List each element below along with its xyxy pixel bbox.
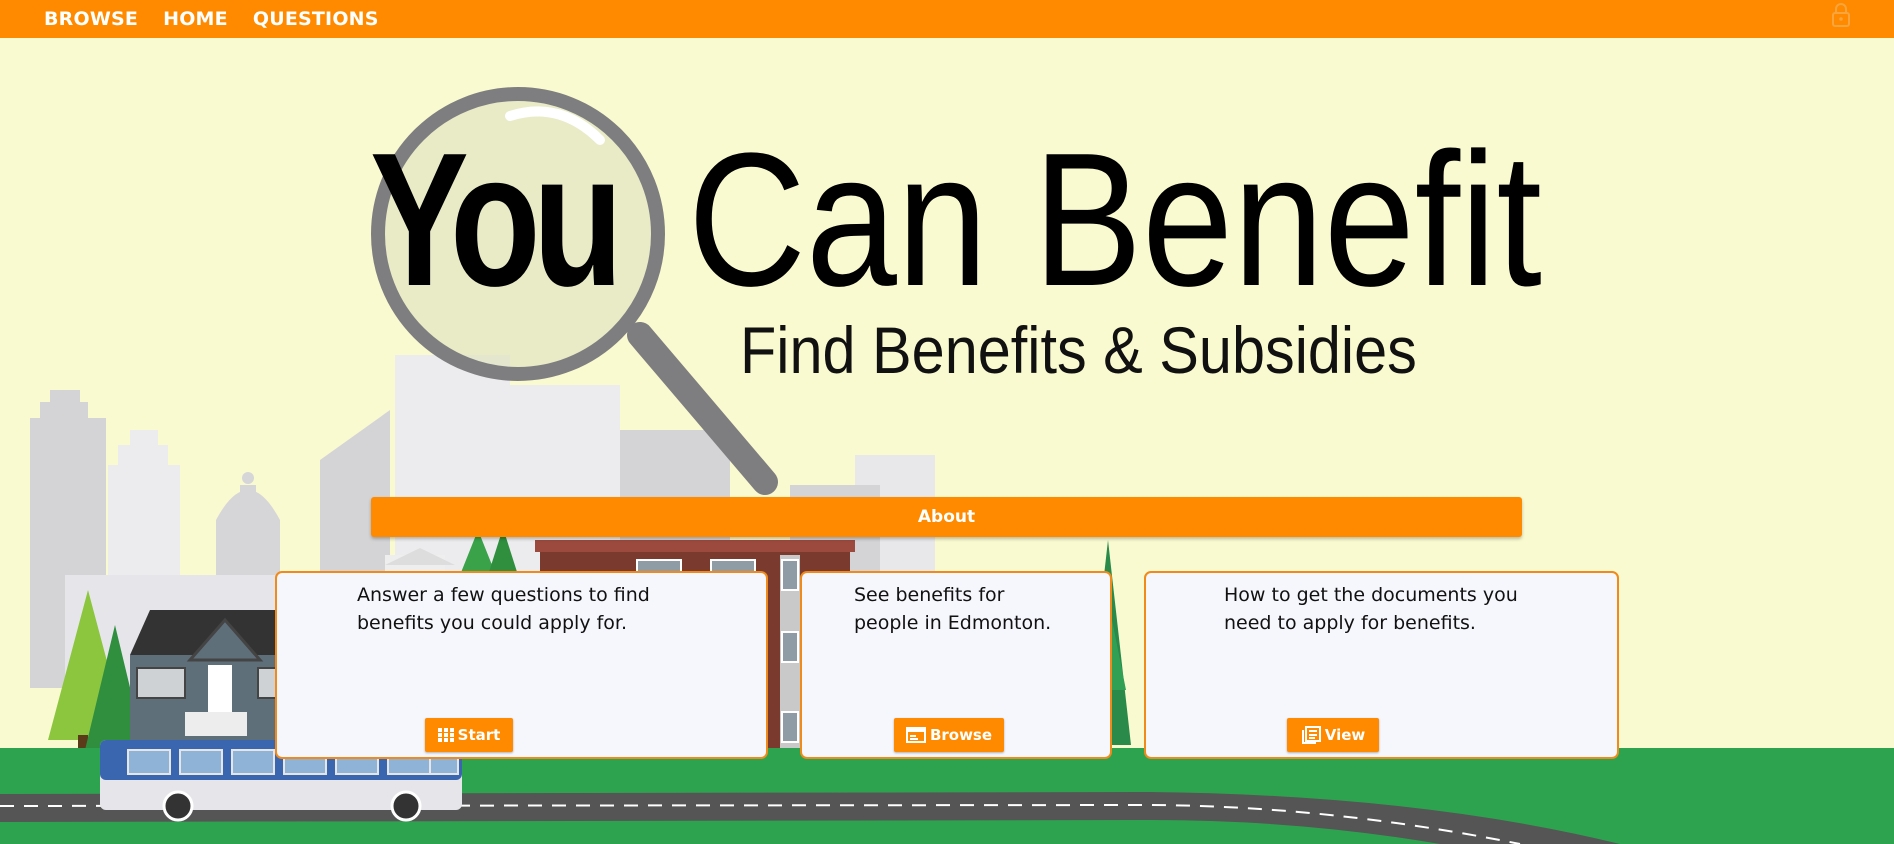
nav-home-link[interactable]: HOME: [163, 8, 228, 30]
card-documents-text-line1: How to get the documents you: [1224, 584, 1518, 606]
hero-title-you: You: [370, 114, 623, 326]
card-questions-text: Answer a few questions to find benefits …: [357, 581, 650, 637]
card-documents-text-line2: need to apply for benefits.: [1224, 612, 1476, 634]
browse-button-label: Browse: [929, 726, 993, 744]
hero-subtitle: Find Benefits & Subsidies: [740, 313, 1417, 387]
main-nav: BROWSE HOME QUESTIONS: [44, 8, 404, 30]
view-button-label: View: [1324, 726, 1366, 744]
nav-browse-link[interactable]: BROWSE: [44, 8, 138, 30]
browser-window-icon: [905, 727, 926, 743]
card-browse-text-line2: people in Edmonton.: [854, 612, 1052, 634]
card-questions-text-line1: Answer a few questions to find: [357, 584, 650, 606]
start-button-label: Start: [457, 726, 501, 744]
card-documents-text: How to get the documents you need to app…: [1224, 581, 1518, 637]
top-nav-bar: BROWSE HOME QUESTIONS: [0, 0, 1894, 38]
card-questions: Answer a few questions to find benefits …: [275, 571, 768, 759]
documents-icon: [1301, 726, 1321, 744]
about-button[interactable]: About: [371, 497, 1522, 537]
card-questions-text-line2: benefits you could apply for.: [357, 612, 628, 634]
view-button[interactable]: View: [1287, 718, 1379, 752]
card-browse-text-line1: See benefits for: [854, 584, 1005, 606]
grid-icon: [437, 728, 454, 742]
start-button[interactable]: Start: [425, 718, 513, 752]
browse-button[interactable]: Browse: [894, 718, 1004, 752]
card-documents: How to get the documents you need to app…: [1144, 571, 1619, 759]
lock-icon[interactable]: [1830, 2, 1852, 28]
nav-questions-link[interactable]: QUESTIONS: [253, 8, 379, 30]
hero-title-can-benefit: Can Benefit: [688, 114, 1542, 326]
hero-title: You Can Benefit: [370, 125, 1550, 315]
card-browse-text: See benefits for people in Edmonton.: [854, 581, 1051, 637]
card-browse: See benefits for people in Edmonton. Bro…: [800, 571, 1112, 759]
